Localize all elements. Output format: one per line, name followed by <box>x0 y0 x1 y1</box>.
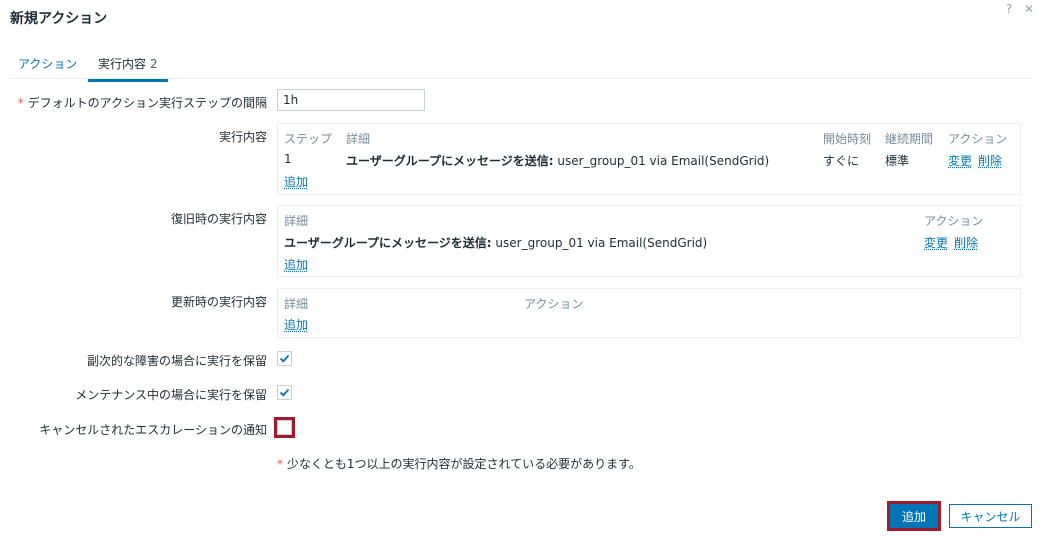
update-table: 詳細 アクション 追加 <box>277 288 1021 338</box>
recovery-edit-link[interactable]: 変更 <box>924 234 948 251</box>
operation-remove-link[interactable]: 削除 <box>978 152 1002 169</box>
header-details: 詳細 <box>346 132 371 146</box>
operations-label: 実行内容 <box>218 130 267 144</box>
note-text: 少なくとも1つ以上の実行内容が設定されている必要があります。 <box>283 457 641 471</box>
add-button[interactable]: 追加 <box>887 501 941 531</box>
operation-edit-link[interactable]: 変更 <box>948 152 972 169</box>
default-step-label: * デフォルトのアクション実行ステップの間隔 <box>18 94 267 111</box>
cancel-button[interactable]: キャンセル <box>949 504 1032 528</box>
tab-bar: アクション 実行内容 2 <box>10 50 1032 82</box>
update-header-action: アクション <box>524 297 584 311</box>
operation-step: 1 <box>284 152 292 166</box>
tab-operations-label: 実行内容 <box>98 57 147 71</box>
pause-symptoms-label: 副次的な障害の場合に実行を保留 <box>86 354 267 368</box>
tab-action[interactable]: アクション <box>18 55 77 72</box>
recovery-add-link[interactable]: 追加 <box>284 256 308 273</box>
pause-maintenance-checkbox[interactable] <box>277 385 292 400</box>
recovery-table: 詳細 アクション ユーザーグループにメッセージを送信: user_group_0… <box>277 205 1021 277</box>
required-note: * 少なくとも1つ以上の実行内容が設定されている必要があります。 <box>277 455 641 472</box>
recovery-header-action: アクション <box>924 214 984 228</box>
default-step-input[interactable] <box>277 89 425 111</box>
operation-detail: ユーザーグループにメッセージを送信: user_group_01 via Ema… <box>346 152 769 169</box>
notify-cancelled-checkbox[interactable] <box>274 417 295 438</box>
update-add-link[interactable]: 追加 <box>284 316 308 333</box>
operation-detail-target: user_group_01 via Email(SendGrid) <box>553 154 770 168</box>
recovery-detail-target: user_group_01 via Email(SendGrid) <box>491 236 708 250</box>
update-label: 更新時の実行内容 <box>170 295 267 309</box>
operations-add-link[interactable]: 追加 <box>284 173 308 190</box>
recovery-detail-type: ユーザーグループにメッセージを送信: <box>284 236 492 250</box>
operation-duration: 標準 <box>885 154 910 168</box>
dialog-header-icons: ? ✕ <box>998 2 1034 16</box>
pause-maintenance-label: メンテナンス中の場合に実行を保留 <box>75 388 267 402</box>
recovery-header-details: 詳細 <box>284 214 309 228</box>
header-action: アクション <box>948 132 1008 146</box>
header-start-in: 開始時刻 <box>823 132 872 146</box>
operation-start-in: すぐに <box>823 154 860 168</box>
recovery-remove-link[interactable]: 削除 <box>954 234 978 251</box>
header-steps: ステップ <box>284 132 333 146</box>
required-marker: * <box>17 96 24 110</box>
recovery-label: 復旧時の実行内容 <box>170 212 267 226</box>
tab-operations[interactable]: 実行内容 2 <box>88 55 168 82</box>
header-duration: 継続期間 <box>885 132 934 146</box>
operation-detail-type: ユーザーグループにメッセージを送信: <box>346 154 554 168</box>
close-icon[interactable]: ✕ <box>1024 2 1034 16</box>
pause-symptoms-checkbox[interactable] <box>277 351 292 366</box>
default-step-label-text: デフォルトのアクション実行ステップの間隔 <box>27 96 267 110</box>
tab-action-label: アクション <box>18 57 78 71</box>
recovery-detail: ユーザーグループにメッセージを送信: user_group_01 via Ema… <box>284 234 707 251</box>
help-icon[interactable]: ? <box>1006 2 1012 16</box>
tab-operations-count: 2 <box>150 57 158 71</box>
update-header-details: 詳細 <box>284 297 309 311</box>
notify-cancelled-label: キャンセルされたエスカレーションの通知 <box>39 423 267 437</box>
dialog-title: 新規アクション <box>10 11 108 27</box>
checkmark-icon <box>279 354 290 363</box>
operations-table: ステップ 詳細 開始時刻 継続期間 アクション 1 ユーザーグループにメッセージ… <box>277 123 1021 195</box>
checkmark-icon <box>279 388 290 397</box>
